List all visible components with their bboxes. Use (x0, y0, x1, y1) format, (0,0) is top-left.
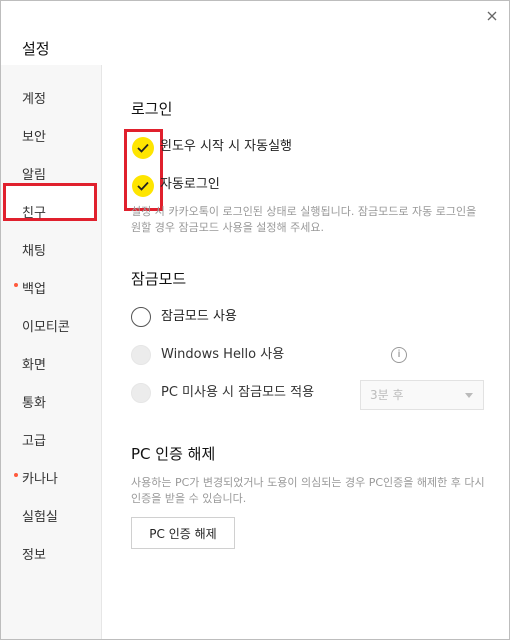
idle-lock-radio (131, 383, 151, 403)
idle-lock-label: PC 미사용 시 잠금모드 적용 (161, 385, 315, 400)
sidebar-item-display[interactable]: 화면 (22, 355, 92, 377)
sidebar-item-notifications[interactable]: 알림 (22, 165, 92, 187)
auto-login-checkbox[interactable] (132, 175, 154, 197)
sidebar-item-emoticon[interactable]: 이모티콘 (22, 317, 92, 339)
sidebar-item-kanana[interactable]: 카나나 (14, 469, 92, 491)
sidebar-item-advanced[interactable]: 고급 (22, 431, 92, 453)
use-lock-label: 잠금모드 사용 (161, 309, 237, 324)
check-icon (137, 181, 149, 191)
sidebar-item-label: 카나나 (22, 472, 58, 487)
auto-login-label: 자동로그인 (160, 177, 220, 192)
pc-auth-release-button[interactable]: PC 인증 해제 (131, 517, 235, 549)
sidebar-item-info[interactable]: 정보 (22, 545, 92, 567)
use-lock-radio[interactable] (131, 307, 151, 327)
sidebar-item-label: 백업 (22, 282, 46, 297)
pc-auth-description: 사용하는 PC가 변경되었거나 도용이 의심되는 경우 PC인증을 해제한 후 … (131, 476, 485, 505)
sidebar-item-call[interactable]: 통화 (22, 393, 92, 415)
idle-time-value: 3분 후 (370, 388, 404, 402)
window-title: 설정 (22, 40, 50, 58)
settings-window: 설정 계정 보안 알림 친구 채팅 백업 이모티콘 화면 통화 고급 카나나 실… (0, 0, 510, 640)
sidebar: 계정 보안 알림 친구 채팅 백업 이모티콘 화면 통화 고급 카나나 실험실 … (1, 65, 102, 639)
lock-mode-section-title: 잠금모드 (131, 270, 187, 288)
settings-content: 로그인 윈도우 시작 시 자동실행 자동로그인 설정 시 카카오톡이 로그인된 … (102, 65, 509, 639)
login-description: 설정 시 카카오톡이 로그인된 상태로 실행됩니다. 잠금모드로 자동 로그인을… (131, 205, 477, 234)
info-icon[interactable]: i (391, 347, 407, 363)
new-badge-dot (14, 283, 18, 287)
sidebar-item-backup[interactable]: 백업 (14, 279, 92, 301)
sidebar-item-account[interactable]: 계정 (22, 89, 92, 111)
windows-hello-radio (131, 345, 151, 365)
sidebar-item-lab[interactable]: 실험실 (22, 507, 92, 529)
idle-time-select: 3분 후 (360, 380, 484, 410)
new-badge-dot (14, 473, 18, 477)
sidebar-item-security[interactable]: 보안 (22, 127, 92, 149)
pc-auth-section-title: PC 인증 해제 (131, 445, 216, 463)
close-icon[interactable] (485, 8, 499, 22)
sidebar-item-friends[interactable]: 친구 (22, 203, 92, 225)
windows-hello-label: Windows Hello 사용 (161, 347, 285, 362)
chevron-down-icon (465, 393, 473, 398)
sidebar-item-chat[interactable]: 채팅 (22, 241, 92, 263)
login-section-title: 로그인 (131, 100, 173, 118)
auto-start-checkbox[interactable] (132, 137, 154, 159)
check-icon (137, 143, 149, 153)
auto-start-label: 윈도우 시작 시 자동실행 (160, 139, 292, 154)
